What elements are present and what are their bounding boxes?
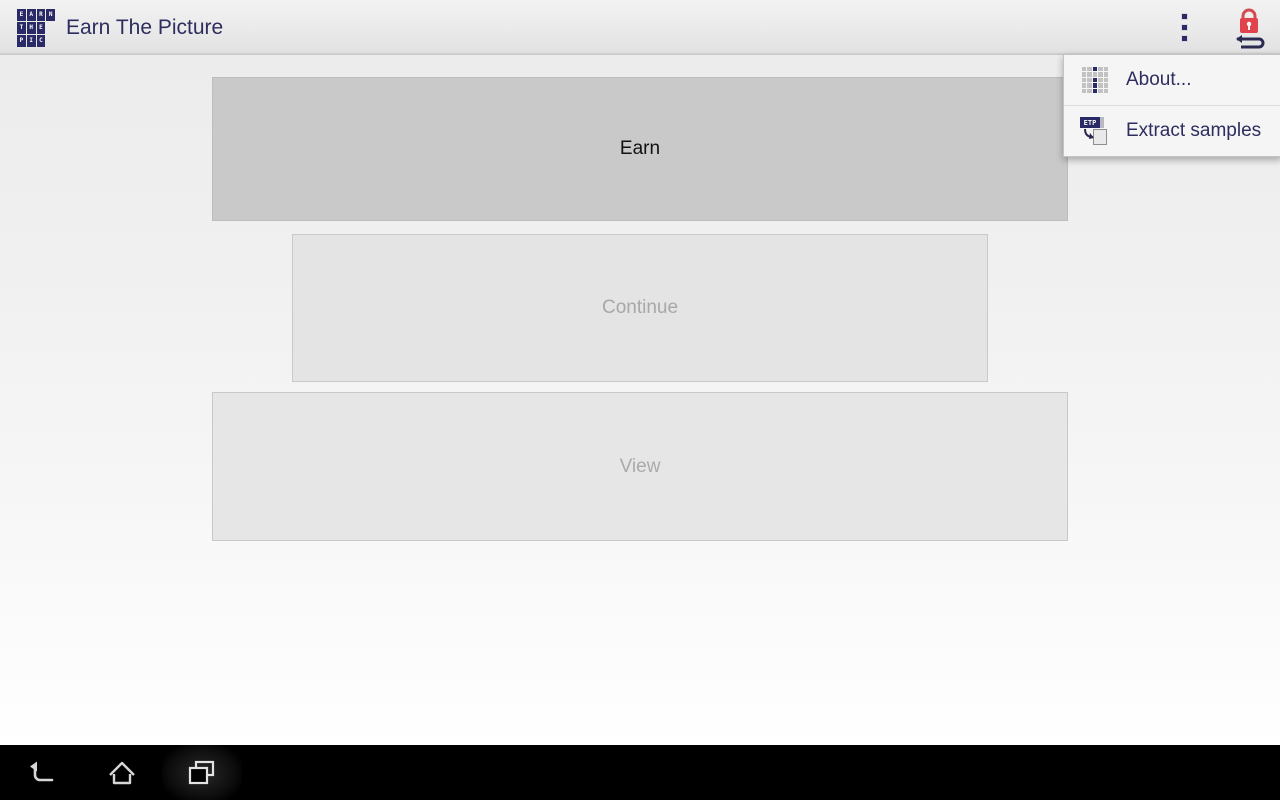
about-cell — [1082, 88, 1087, 93]
app-title: Earn The Picture — [66, 16, 224, 39]
view-button[interactable]: View — [212, 392, 1068, 541]
about-grid-icon — [1082, 67, 1108, 93]
about-cell — [1103, 88, 1108, 93]
overflow-dropdown-menu: About... ETP Extract samples — [1063, 54, 1280, 157]
earn-the-picture-logo: E A R N T H E P I C — [17, 9, 55, 47]
about-cell — [1082, 83, 1087, 88]
overflow-menu-button[interactable] — [1164, 0, 1204, 55]
menu-item-extract-samples[interactable]: ETP Extract samples — [1064, 105, 1280, 156]
android-screen: E A R N T H E P I C Earn The Picture Abo… — [0, 0, 1280, 800]
about-cell — [1082, 72, 1087, 77]
recent-apps-button[interactable] — [162, 743, 242, 800]
logo-tile: R — [36, 9, 46, 21]
about-cell — [1098, 77, 1103, 83]
menu-item-about[interactable]: About... — [1064, 55, 1280, 105]
logo-tile: I — [26, 35, 36, 47]
logo-tile: H — [26, 22, 36, 34]
rotation-lock-icon[interactable] — [1228, 6, 1270, 50]
about-cell — [1098, 67, 1103, 72]
about-cell — [1092, 77, 1098, 83]
logo-tile: P — [17, 35, 26, 47]
about-cell — [1087, 83, 1092, 88]
about-cell — [1098, 88, 1103, 93]
about-cell — [1103, 77, 1108, 83]
recent-apps-icon — [188, 760, 215, 784]
logo-tile: E — [17, 9, 26, 21]
overflow-dot-icon — [1180, 13, 1188, 20]
earn-button[interactable]: Earn — [212, 77, 1068, 221]
about-cell — [1092, 72, 1098, 77]
logo-tile: N — [46, 9, 55, 21]
about-cell — [1103, 72, 1108, 77]
action-bar: E A R N T H E P I C Earn The Picture — [0, 0, 1280, 55]
about-cell — [1098, 72, 1103, 77]
menu-item-about-label: About... — [1126, 69, 1192, 90]
about-cell — [1082, 77, 1087, 83]
logo-tile: A — [26, 9, 36, 21]
about-cell — [1087, 72, 1092, 77]
logo-tile: T — [17, 22, 26, 34]
logo-tile-empty — [46, 35, 55, 47]
about-cell — [1092, 67, 1098, 72]
about-cell — [1092, 83, 1098, 88]
home-icon — [109, 761, 135, 784]
about-cell — [1098, 83, 1103, 88]
overflow-dot-icon — [1180, 24, 1188, 31]
about-cell — [1087, 77, 1092, 83]
logo-tile: C — [36, 35, 46, 47]
logo-tile-empty — [46, 22, 55, 34]
main-content: Earn Continue View — [0, 55, 1280, 745]
about-cell — [1087, 67, 1092, 72]
back-arrow-icon — [30, 761, 54, 781]
about-cell — [1092, 88, 1098, 93]
logo-tile: E — [36, 22, 46, 34]
menu-item-extract-samples-label: Extract samples — [1126, 120, 1262, 141]
extract-samples-icon: ETP — [1080, 117, 1110, 145]
about-cell — [1103, 67, 1108, 72]
extract-samples-icon-wrap: ETP — [1064, 117, 1126, 145]
about-cell — [1103, 83, 1108, 88]
home-button[interactable] — [82, 745, 162, 800]
about-cell — [1082, 67, 1087, 72]
about-icon-wrap — [1064, 67, 1126, 93]
overflow-dot-icon — [1180, 35, 1188, 42]
continue-button[interactable]: Continue — [292, 234, 988, 382]
back-button[interactable] — [2, 745, 82, 800]
about-cell — [1087, 88, 1092, 93]
system-navigation-bar: 10:57 — [0, 743, 1280, 800]
